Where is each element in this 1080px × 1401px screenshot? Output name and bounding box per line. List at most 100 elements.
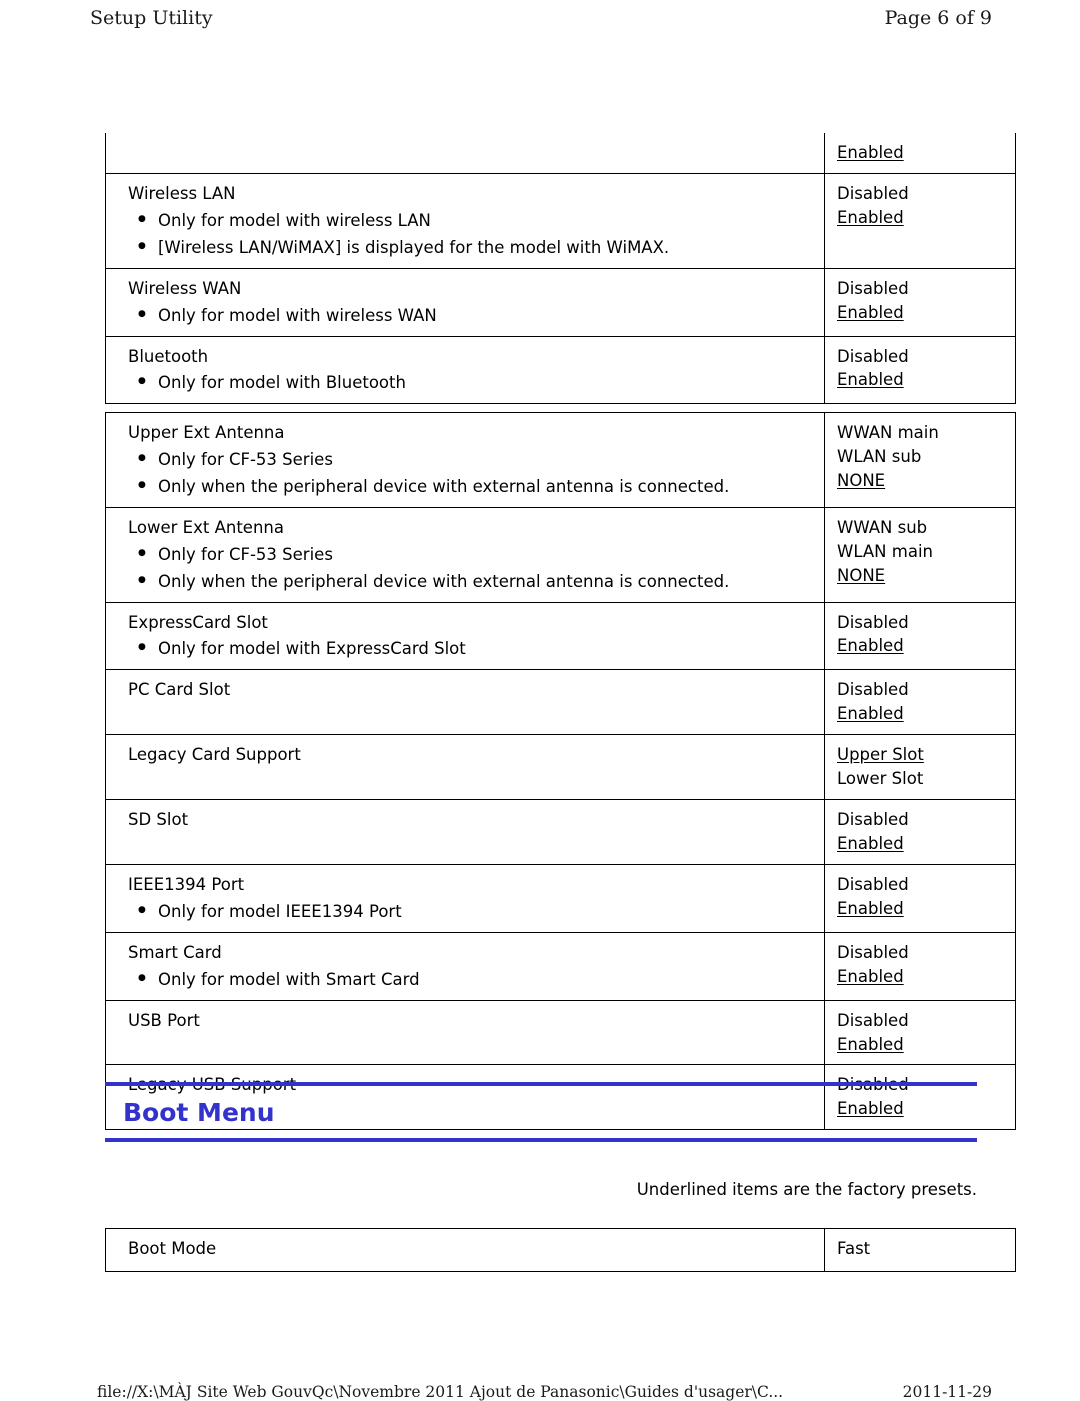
setting-label-cell: Lower Ext Antenna Only for CF-53 SeriesOn…: [105, 506, 825, 603]
setting-name: Wireless LAN: [128, 183, 236, 203]
page-header: Setup Utility Page 6 of 9: [0, 4, 1080, 38]
setting-note: Only for model with ExpressCard Slot: [128, 636, 816, 661]
option-value: Fast: [837, 1239, 871, 1258]
setting-label-cell: Wireless LAN Only for model with wireless…: [105, 172, 825, 269]
setting-notes: Only for model with Bluetooth: [128, 370, 816, 395]
header-page-number: Page 6 of 9: [884, 7, 992, 29]
table-row: IEEE1394 Port Only for model IEEE1394 Por…: [105, 863, 1016, 933]
boot-menu-table: Boot Mode Fast: [105, 1228, 1016, 1272]
option-default: NONE: [837, 470, 886, 490]
table-row: PC Card Slot Disabled Enabled: [105, 669, 1016, 736]
setting-note: Only for model with Bluetooth: [128, 370, 816, 395]
setting-options-cell: Disabled Enabled: [824, 999, 1016, 1066]
document-page: Setup Utility Page 6 of 9 Enabled Wireles…: [0, 0, 1080, 1401]
setting-label-cell: Legacy Card Support: [105, 734, 825, 801]
setting-label-cell: Upper Ext Antenna Only for CF-53 SeriesOn…: [105, 412, 825, 508]
setting-note: Only for CF-53 Series: [128, 447, 816, 472]
table-row: ExpressCard Slot Only for model with Expr…: [105, 601, 1016, 671]
option-default: Enabled: [837, 966, 904, 986]
option-default: Enabled: [837, 207, 904, 227]
boot-menu-section: Boot Menu: [105, 1082, 977, 1142]
setting-notes: Only for model with wireless WAN: [128, 303, 816, 328]
option-default: Enabled: [837, 636, 904, 656]
setting-name: SD Slot: [128, 810, 189, 830]
option-value: Disabled: [837, 874, 909, 894]
setting-options-cell: Disabled Enabled: [824, 172, 1016, 269]
option-default: NONE: [837, 565, 886, 585]
setting-name: Wireless WAN: [128, 278, 242, 298]
setting-note: Only for model with wireless LAN: [128, 208, 816, 233]
table-row: Bluetooth Only for model with Bluetooth Di…: [105, 335, 1016, 405]
setting-name: Smart Card: [128, 942, 222, 962]
table-row: Wireless LAN Only for model with wireless…: [105, 172, 1016, 269]
option-value: Disabled: [837, 346, 909, 366]
setting-notes: Only for model with Smart Card: [128, 967, 816, 992]
table-row: Legacy Card Support Upper Slot Lower Slot: [105, 734, 1016, 801]
setting-name: IEEE1394 Port: [128, 874, 245, 894]
table-row: Boot Mode Fast: [105, 1228, 1016, 1272]
setting-options-cell: Disabled Enabled: [824, 267, 1016, 337]
option-default: Enabled: [837, 302, 904, 322]
setting-options-cell: Disabled Enabled: [824, 335, 1016, 405]
setting-label-cell: IEEE1394 Port Only for model IEEE1394 Por…: [105, 863, 825, 933]
setting-label-cell: Smart Card Only for model with Smart Card: [105, 931, 825, 1001]
setting-notes: Only for CF-53 SeriesOnly when the perip…: [128, 447, 816, 499]
option-value: Disabled: [837, 810, 909, 830]
setting-name: ExpressCard Slot: [128, 612, 268, 632]
setting-options-cell: Disabled Enabled: [824, 669, 1016, 736]
option-value: Disabled: [837, 183, 909, 203]
device-settings-table: Upper Ext AntennaOnly for CF-53 SeriesOn…: [105, 412, 1016, 1131]
setting-name: USB Port: [128, 1010, 200, 1030]
setting-options-cell: Fast: [824, 1228, 1016, 1272]
table-row: Upper Ext Antenna Only for CF-53 SeriesOn…: [105, 412, 1016, 508]
setting-note: [Wireless LAN/WiMAX] is displayed for th…: [128, 235, 816, 260]
option-value: WLAN main: [837, 541, 933, 561]
setting-label-cell: Bluetooth Only for model with Bluetooth: [105, 335, 825, 405]
option-default: Enabled: [837, 898, 904, 918]
setting-label-cell: [105, 133, 825, 174]
setting-note: Only for model IEEE1394 Port: [128, 899, 816, 924]
table-row: SD Slot Disabled Enabled: [105, 799, 1016, 865]
setting-label-cell: SD Slot: [105, 799, 825, 865]
table-row: Smart Card Only for model with Smart Card…: [105, 931, 1016, 1001]
footer-file-path: file://X:\MÀJ Site Web GouvQc\Novembre 2…: [97, 1383, 784, 1401]
option-value: WWAN main: [837, 423, 939, 442]
option-default: Enabled: [837, 143, 904, 162]
setting-name: PC Card Slot: [128, 680, 231, 700]
option-value: Disabled: [837, 1010, 909, 1030]
option-value: WLAN sub: [837, 446, 922, 466]
setting-options-cell: Upper Slot Lower Slot: [824, 734, 1016, 801]
option-default: Enabled: [837, 370, 904, 390]
option-value: Disabled: [837, 612, 909, 632]
footer-date: 2011-11-29: [902, 1383, 992, 1401]
setting-options-cell: Disabled Enabled: [824, 601, 1016, 671]
option-value: WWAN sub: [837, 517, 928, 537]
wireless-settings-table: Enabled Wireless LAN Only for model with w…: [105, 133, 1016, 405]
setting-options-cell: Enabled: [824, 133, 1016, 174]
option-value: Disabled: [837, 942, 909, 962]
option-value: Disabled: [837, 278, 909, 298]
option-default: Upper Slot: [837, 745, 924, 765]
setting-options-cell: WWAN sub WLAN main NONE: [824, 506, 1016, 603]
setting-name: Boot Mode: [128, 1239, 217, 1258]
setting-name: Upper Ext Antenna: [128, 423, 285, 442]
setting-options-cell: Disabled Enabled: [824, 799, 1016, 865]
setting-label-cell: PC Card Slot: [105, 669, 825, 736]
setting-name: Lower Ext Antenna: [128, 517, 284, 537]
table-row: USB Port Disabled Enabled: [105, 999, 1016, 1066]
table-row: Wireless WAN Only for model with wireless…: [105, 267, 1016, 337]
setting-notes: Only for CF-53 SeriesOnly when the perip…: [128, 542, 816, 594]
setting-notes: Only for model IEEE1394 Port: [128, 899, 816, 924]
table-row: Enabled: [105, 133, 1016, 174]
section-rule-bottom: [105, 1138, 977, 1142]
section-title: Boot Menu: [123, 1098, 275, 1127]
setting-options-cell: WWAN main WLAN sub NONE: [824, 412, 1016, 508]
setting-label-cell: USB Port: [105, 999, 825, 1066]
setting-label-cell: Wireless WAN Only for model with wireless…: [105, 267, 825, 337]
option-value: Lower Slot: [837, 769, 924, 789]
table-row: Lower Ext Antenna Only for CF-53 SeriesOn…: [105, 506, 1016, 603]
setting-note: Only when the peripheral device with ext…: [128, 474, 816, 499]
setting-note: Only for CF-53 Series: [128, 542, 816, 567]
setting-note: Only for model with Smart Card: [128, 967, 816, 992]
setting-note: Only when the peripheral device with ext…: [128, 569, 816, 594]
